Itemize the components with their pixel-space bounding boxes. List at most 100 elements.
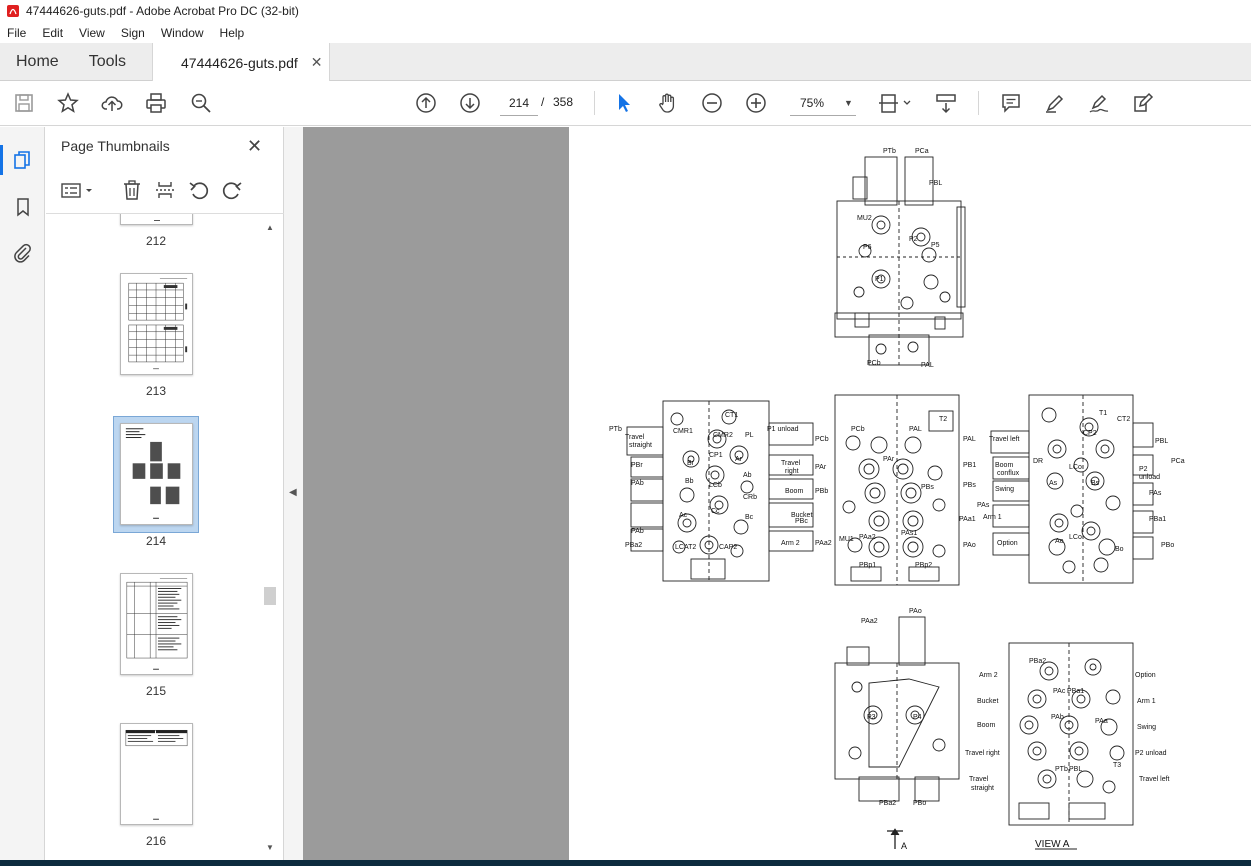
thumbnail-page[interactable] bbox=[120, 273, 193, 375]
svg-text:PAr: PAr bbox=[883, 456, 895, 463]
svg-text:PBs: PBs bbox=[963, 482, 976, 489]
svg-text:PTb: PTb bbox=[609, 426, 622, 433]
svg-text:PAs: PAs bbox=[1149, 490, 1162, 497]
delete-page-icon[interactable] bbox=[120, 178, 144, 202]
svg-text:PAb: PAb bbox=[1051, 714, 1064, 721]
page-fit-icon[interactable] bbox=[878, 91, 912, 115]
tab-tools[interactable]: Tools bbox=[73, 43, 140, 80]
svg-text:CP2: CP2 bbox=[1083, 430, 1097, 437]
menu-view[interactable]: View bbox=[71, 26, 113, 40]
zoom-in-icon[interactable] bbox=[744, 91, 768, 115]
thumbnail-page-current[interactable] bbox=[120, 423, 193, 525]
svg-text:P4: P4 bbox=[913, 714, 922, 721]
svg-text:CAP2: CAP2 bbox=[719, 544, 737, 551]
svg-text:T2: T2 bbox=[939, 416, 947, 423]
svg-text:PAL: PAL bbox=[963, 436, 976, 443]
svg-text:PBp2: PBp2 bbox=[915, 562, 932, 569]
svg-text:P2: P2 bbox=[909, 236, 918, 243]
scroll-down-arrow[interactable]: ▼ bbox=[264, 843, 276, 855]
close-panel-icon[interactable]: ✕ bbox=[247, 136, 262, 157]
svg-text:PBs: PBs bbox=[921, 484, 934, 491]
svg-text:straight: straight bbox=[629, 442, 652, 449]
scroll-up-arrow[interactable]: ▲ bbox=[264, 223, 276, 235]
options-menu-icon[interactable] bbox=[60, 178, 96, 202]
window-title: 47444626-guts.pdf - Adobe Acrobat Pro DC… bbox=[26, 4, 299, 18]
edit-document-icon[interactable] bbox=[1131, 91, 1155, 115]
comment-icon[interactable] bbox=[999, 91, 1023, 115]
extract-pages-icon[interactable] bbox=[153, 178, 177, 202]
window-titlebar: 47444626-guts.pdf - Adobe Acrobat Pro DC… bbox=[0, 0, 1251, 22]
svg-text:T3: T3 bbox=[1113, 762, 1121, 769]
save-icon[interactable] bbox=[12, 91, 36, 115]
svg-text:CT1: CT1 bbox=[725, 412, 738, 419]
svg-text:PBL: PBL bbox=[1069, 766, 1082, 773]
menu-edit[interactable]: Edit bbox=[34, 26, 71, 40]
bookmarks-icon[interactable] bbox=[11, 195, 35, 219]
svg-text:PB1: PB1 bbox=[963, 462, 976, 469]
previous-page-icon[interactable] bbox=[414, 91, 438, 115]
page-thumbnails-icon[interactable] bbox=[11, 148, 35, 172]
tab-home[interactable]: Home bbox=[0, 43, 73, 80]
menu-file[interactable]: File bbox=[0, 26, 34, 40]
zoom-out-icon[interactable] bbox=[700, 91, 724, 115]
svg-text:PBc: PBc bbox=[795, 518, 808, 525]
document-canvas[interactable]: PTb PCa PBL MU2 P6 P2 P5 P1 PCb PAL PTb Travel s… bbox=[303, 127, 1251, 860]
rotate-clockwise-icon[interactable] bbox=[220, 178, 244, 202]
thumbnail-label: 213 bbox=[145, 384, 167, 398]
svg-text:P3: P3 bbox=[867, 714, 876, 721]
thumbnail-page[interactable] bbox=[120, 723, 193, 825]
next-page-icon[interactable] bbox=[458, 91, 482, 115]
thumbnail-page[interactable] bbox=[120, 214, 193, 225]
menu-sign[interactable]: Sign bbox=[113, 26, 153, 40]
attachments-icon[interactable] bbox=[11, 241, 35, 265]
bookmark-star-icon[interactable] bbox=[56, 91, 80, 115]
panel-title: Page Thumbnails bbox=[61, 138, 170, 154]
thumbnail-preview bbox=[128, 277, 188, 370]
svg-text:P1 unload: P1 unload bbox=[767, 426, 799, 433]
svg-text:PAs: PAs bbox=[977, 502, 990, 509]
svg-text:PBa2: PBa2 bbox=[1029, 658, 1046, 665]
scrolling-mode-icon[interactable] bbox=[934, 91, 958, 115]
svg-text:DR: DR bbox=[1033, 458, 1043, 465]
svg-text:Ac: Ac bbox=[679, 512, 688, 519]
rotate-counterclockwise-icon[interactable] bbox=[187, 178, 211, 202]
panel-collapse-handle[interactable]: ◀ bbox=[284, 127, 303, 860]
svg-text:PAa2: PAa2 bbox=[859, 534, 876, 541]
svg-text:LCAT2: LCAT2 bbox=[675, 544, 696, 551]
select-cursor-icon[interactable] bbox=[612, 91, 636, 115]
toolbar-divider bbox=[978, 91, 979, 115]
svg-text:PBb: PBb bbox=[815, 488, 828, 495]
sign-icon[interactable] bbox=[1087, 91, 1111, 115]
svg-text:Arm 2: Arm 2 bbox=[781, 540, 800, 547]
svg-text:PBL: PBL bbox=[929, 180, 942, 187]
svg-text:P5: P5 bbox=[931, 242, 940, 249]
svg-text:Ar: Ar bbox=[735, 456, 743, 463]
svg-text:CMR1: CMR1 bbox=[673, 428, 693, 435]
pdf-page: PTb PCa PBL MU2 P6 P2 P5 P1 PCb PAL PTb Travel s… bbox=[569, 127, 1251, 860]
acrobat-icon bbox=[7, 5, 19, 17]
svg-text:Bc: Bc bbox=[745, 514, 754, 521]
thumbnail-page[interactable] bbox=[120, 573, 193, 675]
svg-text:CP1: CP1 bbox=[709, 452, 723, 459]
page-total: 358 bbox=[553, 95, 574, 109]
hydraulic-valve-drawing: PTb PCa PBLMU2 P6P2P5 P1PCb PAL PTbTravels… bbox=[609, 148, 1185, 851]
page-separator: / bbox=[541, 95, 545, 109]
find-zoom-icon[interactable] bbox=[189, 91, 213, 115]
svg-text:straight: straight bbox=[971, 785, 994, 792]
tab-document[interactable]: 47444626-guts.pdf ✕ bbox=[152, 43, 330, 82]
menu-help[interactable]: Help bbox=[212, 26, 253, 40]
active-indicator bbox=[0, 145, 3, 175]
menu-window[interactable]: Window bbox=[153, 26, 212, 40]
zoom-select[interactable]: 75% ▼ bbox=[790, 90, 856, 116]
scrollbar-thumb[interactable] bbox=[264, 587, 276, 605]
svg-text:Arm 1: Arm 1 bbox=[1137, 698, 1156, 705]
print-icon[interactable] bbox=[144, 91, 168, 115]
upload-cloud-icon[interactable] bbox=[100, 91, 124, 115]
svg-text:Travel left: Travel left bbox=[1139, 776, 1170, 783]
close-tab-icon[interactable]: ✕ bbox=[311, 54, 323, 71]
highlight-pen-icon[interactable] bbox=[1043, 91, 1067, 115]
svg-text:PAa: PAa bbox=[1095, 718, 1108, 725]
page-number-input[interactable]: 214 bbox=[500, 90, 538, 116]
hand-tool-icon[interactable] bbox=[656, 91, 680, 115]
svg-text:Bucket: Bucket bbox=[977, 698, 998, 705]
